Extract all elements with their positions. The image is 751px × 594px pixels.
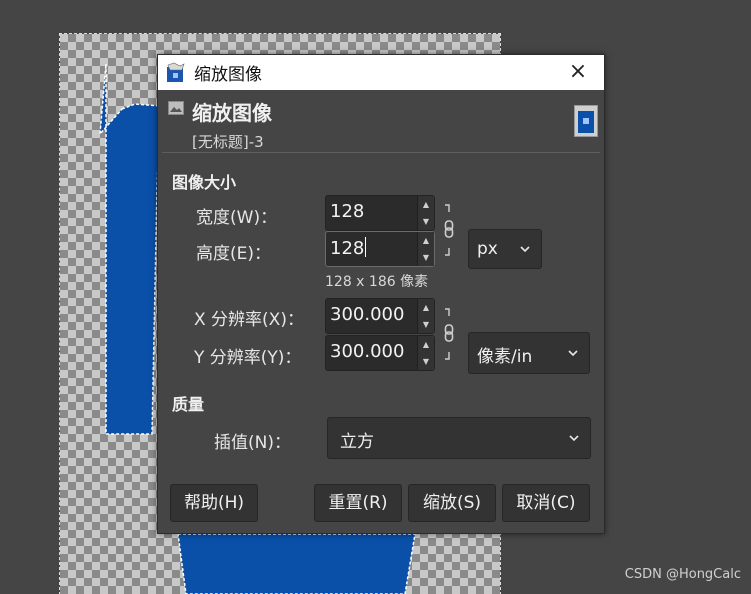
- header-divider: [162, 152, 600, 153]
- resolution-unit-select[interactable]: 像素/in: [468, 332, 590, 374]
- y-res-decrement-icon[interactable]: ▼: [418, 353, 434, 370]
- gimp-app-icon: [167, 62, 185, 82]
- header-title: 缩放图像: [192, 101, 272, 125]
- help-button[interactable]: 帮助(H): [170, 484, 258, 522]
- watermark: CSDN @HongCalc: [624, 567, 741, 582]
- resolution-chain-link-icon[interactable]: [442, 307, 456, 363]
- x-resolution-label: X 分辨率(X)：: [194, 310, 304, 330]
- size-chain-link-icon[interactable]: [442, 203, 456, 259]
- x-res-decrement-icon[interactable]: ▼: [418, 316, 434, 333]
- dialog-titlebar: 缩放图像 ×: [158, 55, 604, 90]
- interpolation-label: 插值(N)：: [214, 433, 291, 453]
- image-size-section-title: 图像大小: [172, 173, 237, 192]
- height-value[interactable]: 128: [330, 238, 364, 259]
- close-icon[interactable]: ×: [566, 60, 590, 84]
- width-value[interactable]: 128: [330, 201, 364, 222]
- chevron-down-icon: [520, 246, 530, 253]
- width-decrement-icon[interactable]: ▼: [418, 213, 434, 230]
- y-resolution-value[interactable]: 300.000: [330, 341, 404, 362]
- height-decrement-icon[interactable]: ▼: [418, 249, 434, 266]
- y-resolution-stepper[interactable]: ▲ ▼: [417, 336, 434, 370]
- x-resolution-stepper[interactable]: ▲ ▼: [417, 299, 434, 333]
- y-resolution-spinbutton[interactable]: 300.000 ▲ ▼: [325, 335, 435, 371]
- quality-section-title: 质量: [172, 395, 205, 414]
- interpolation-select[interactable]: 立方: [327, 417, 591, 459]
- y-res-increment-icon[interactable]: ▲: [418, 336, 434, 353]
- scale-button[interactable]: 缩放(S): [408, 484, 496, 522]
- size-unit-value: px: [477, 239, 498, 259]
- height-label: 高度(E)：: [196, 244, 272, 264]
- y-resolution-label: Y 分辨率(Y)：: [194, 348, 302, 368]
- image-icon: [168, 101, 184, 115]
- x-res-increment-icon[interactable]: ▲: [418, 299, 434, 316]
- width-spinbutton[interactable]: 128 ▲ ▼: [325, 195, 435, 231]
- resolution-unit-value: 像素/in: [477, 347, 533, 367]
- text-cursor: [365, 237, 367, 257]
- width-stepper[interactable]: ▲ ▼: [417, 196, 434, 230]
- pixel-size-info: 128 x 186 像素: [325, 274, 429, 290]
- reset-button[interactable]: 重置(R): [314, 484, 402, 522]
- size-unit-select[interactable]: px: [468, 229, 542, 269]
- x-resolution-spinbutton[interactable]: 300.000 ▲ ▼: [325, 298, 435, 334]
- height-stepper[interactable]: ▲ ▼: [417, 232, 434, 266]
- cancel-button[interactable]: 取消(C): [502, 484, 590, 522]
- height-spinbutton[interactable]: 128 ▲ ▼: [325, 231, 435, 267]
- width-increment-icon[interactable]: ▲: [418, 196, 434, 213]
- width-label: 宽度(W)：: [196, 208, 278, 228]
- image-thumbnail: [574, 105, 598, 137]
- chevron-down-icon: [569, 435, 579, 442]
- chevron-down-icon: [568, 350, 578, 357]
- height-increment-icon[interactable]: ▲: [418, 232, 434, 249]
- interpolation-value: 立方: [340, 432, 374, 452]
- dialog-header: 缩放图像 [无标题]-3: [158, 93, 604, 153]
- x-resolution-value[interactable]: 300.000: [330, 304, 404, 325]
- scale-image-dialog: 缩放图像 × 缩放图像 [无标题]-3 图像大小 宽度(W)： 128 ▲ ▼ …: [157, 54, 605, 534]
- window-title: 缩放图像: [194, 65, 262, 85]
- header-subtitle: [无标题]-3: [192, 133, 264, 151]
